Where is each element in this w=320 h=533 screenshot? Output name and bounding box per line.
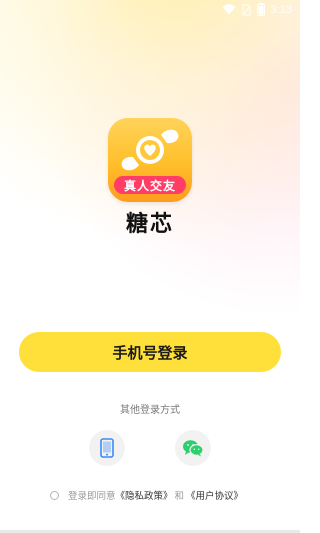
agreement-row: 登录即同意 《隐私政策》 和 《用户协议》 (50, 488, 243, 502)
logo-tagline: 真人交友 (114, 176, 186, 194)
logo-tile: 真人交友 (108, 118, 192, 202)
agree-radio[interactable] (50, 490, 59, 500)
status-icons: 3:13 (222, 3, 292, 16)
wechat-login-button[interactable] (175, 430, 211, 466)
wechat-icon (183, 440, 204, 457)
privacy-policy-link[interactable]: 《隐私政策》 (116, 488, 173, 502)
other-login-methods-title: 其他登录方式 (120, 405, 180, 416)
phone-login-icon-button[interactable] (89, 430, 125, 466)
wifi-icon (222, 4, 236, 15)
phone-login-button[interactable]: 手机号登录 (19, 332, 281, 372)
agreement-conjunction: 和 (174, 491, 185, 502)
app-name: 糖芯 (125, 212, 174, 237)
status-time: 3:13 (270, 3, 292, 16)
phone-icon (100, 438, 114, 458)
status-bar: 3:13 (0, 0, 300, 20)
app-logo: 真人交友 (108, 118, 192, 202)
agreement-prefix: 登录即同意 (68, 491, 116, 502)
sim-icon (242, 4, 251, 16)
background-gradient (0, 0, 300, 533)
user-agreement-link[interactable]: 《用户协议》 (186, 488, 243, 502)
battery-icon (256, 3, 265, 16)
